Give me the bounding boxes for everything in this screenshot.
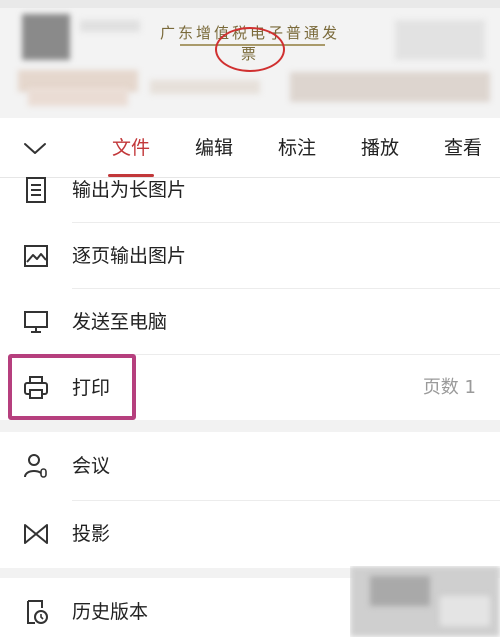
- section-separator: [0, 420, 500, 432]
- monitor-icon: [24, 311, 48, 333]
- blurred-block: [150, 80, 260, 94]
- blurred-block: [290, 72, 490, 102]
- menu-item-label: 会议: [72, 455, 111, 477]
- long-image-icon: [26, 177, 46, 203]
- menu-item-label: 输出为长图片: [72, 179, 187, 201]
- print-highlight-box: [8, 354, 136, 420]
- menu-item-meeting[interactable]: 会议: [0, 434, 500, 498]
- menu-item-label: 逐页输出图片: [72, 245, 187, 267]
- preview-top-strip: [0, 0, 500, 8]
- blurred-block: [395, 20, 485, 60]
- blurred-overlay: [350, 566, 500, 637]
- menu-item-export-page-images[interactable]: 逐页输出图片: [0, 224, 500, 288]
- page-count-label: 页数 1: [422, 377, 476, 398]
- image-icon: [24, 245, 48, 267]
- menu-item-export-long-image[interactable]: 输出为长图片: [0, 158, 500, 222]
- collapse-button[interactable]: [20, 136, 50, 160]
- menu-item-label: 发送至电脑: [72, 311, 168, 333]
- menu-item-projection[interactable]: 投影: [0, 502, 500, 566]
- meeting-user-icon: [24, 454, 47, 478]
- blurred-block: [440, 596, 490, 626]
- menu-divider: [72, 500, 500, 501]
- history-version-icon: [27, 600, 48, 624]
- menu-item-label: 历史版本: [72, 601, 149, 623]
- menu-item-label: 投影: [72, 523, 111, 545]
- document-preview: 广东增值税电子普通发票: [0, 0, 500, 118]
- chevron-down-icon: [24, 143, 46, 154]
- blurred-avatar: [22, 14, 70, 60]
- menu-divider: [72, 222, 500, 223]
- invoice-seal: [215, 27, 285, 72]
- menu-divider: [72, 288, 500, 289]
- blurred-block: [370, 576, 430, 606]
- menu-item-send-to-computer[interactable]: 发送至电脑: [0, 290, 500, 354]
- blurred-block: [28, 88, 128, 106]
- menu-divider: [72, 354, 500, 355]
- blurred-block: [80, 20, 140, 32]
- projection-icon: [24, 524, 48, 544]
